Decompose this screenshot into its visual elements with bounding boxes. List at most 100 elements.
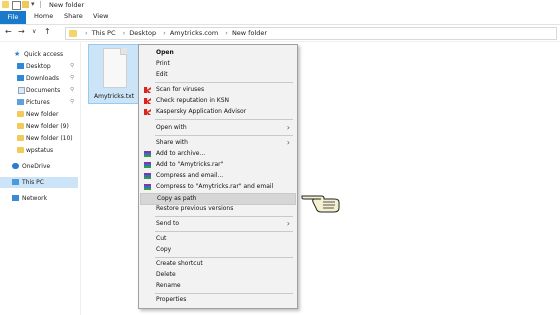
- menu-item-label: Create shortcut: [156, 260, 203, 267]
- nav-item-pictures[interactable]: Pictures ⚲: [0, 97, 78, 108]
- menu-item-print[interactable]: Print: [140, 59, 296, 69]
- pin-icon: ⚲: [69, 87, 74, 93]
- folder-icon: [69, 30, 77, 37]
- pin-icon: ⚲: [69, 75, 74, 81]
- desktop-icon: [17, 63, 24, 69]
- kaspersky-icon: [144, 109, 151, 115]
- menu-separator: [155, 257, 293, 258]
- up-icon[interactable]: ↑: [44, 27, 51, 37]
- winrar-icon: [144, 184, 151, 190]
- nav-item-label: Documents: [26, 87, 61, 94]
- new-folder-icon[interactable]: [22, 1, 29, 8]
- menu-item-scan-viruses[interactable]: Scan for viruses: [140, 85, 296, 95]
- nav-item-new-folder-9[interactable]: New folder (9): [0, 121, 78, 132]
- nav-item-label: Quick access: [24, 51, 64, 58]
- menu-item-open[interactable]: Open: [140, 48, 296, 58]
- kaspersky-icon: [144, 87, 151, 93]
- file-paper: [103, 48, 127, 88]
- submenu-arrow-icon: ›: [286, 123, 290, 132]
- nav-item-label: Network: [22, 195, 48, 202]
- menu-item-label: Copy: [156, 246, 172, 253]
- nav-item-network[interactable]: Network: [0, 193, 78, 204]
- breadcrumb-separator[interactable]: ›: [163, 29, 166, 37]
- menu-item-create-shortcut[interactable]: Create shortcut: [140, 259, 296, 269]
- menu-item-add-rar[interactable]: Add to "Amytricks.rar": [140, 160, 296, 170]
- title-divider: [40, 1, 41, 8]
- winrar-icon: [144, 151, 151, 157]
- customize-quick-access-icon[interactable]: ▾: [31, 0, 35, 8]
- menu-item-properties[interactable]: Properties: [140, 295, 296, 305]
- menu-item-label: Print: [156, 60, 170, 67]
- menu-separator: [155, 231, 293, 232]
- menu-item-label: Restore previous versions: [156, 205, 234, 212]
- forward-icon[interactable]: →: [18, 27, 25, 37]
- menu-item-label: Check reputation in KSN: [156, 97, 230, 104]
- menu-item-add-archive[interactable]: Add to archive...: [140, 149, 296, 159]
- tab-view[interactable]: View: [93, 12, 108, 20]
- nav-item-downloads[interactable]: Downloads ⚲: [0, 73, 78, 84]
- nav-item-new-folder[interactable]: New folder: [0, 109, 78, 120]
- menu-item-restore-versions[interactable]: Restore previous versions: [140, 204, 296, 214]
- nav-item-wpstatus[interactable]: wpstatus: [0, 145, 78, 156]
- pointing-hand-icon: [301, 195, 340, 213]
- nav-item-label: This PC: [22, 179, 44, 186]
- nav-item-label: OneDrive: [22, 163, 51, 170]
- folder-icon: [2, 1, 9, 8]
- kaspersky-icon: [144, 98, 151, 104]
- nav-item-label: Pictures: [26, 99, 50, 106]
- menu-item-cut[interactable]: Cut: [140, 234, 296, 244]
- nav-item-this-pc[interactable]: This PC: [0, 177, 78, 188]
- breadcrumb-separator: ›: [85, 29, 88, 37]
- menu-item-share-with[interactable]: Share with ›: [140, 138, 296, 148]
- menu-item-open-with[interactable]: Open with ›: [140, 123, 296, 133]
- file-name[interactable]: Amytricks.txt: [94, 93, 134, 100]
- menu-item-compress-email[interactable]: Compress and email...: [140, 171, 296, 181]
- folder-icon: [17, 147, 24, 153]
- menu-item-send-to[interactable]: Send to ›: [140, 219, 296, 229]
- tab-share[interactable]: Share: [64, 12, 83, 20]
- nav-item-label: Downloads: [26, 75, 59, 82]
- menu-item-check-reputation[interactable]: Check reputation in KSN: [140, 96, 296, 106]
- breadcrumb-desktop[interactable]: Desktop: [129, 29, 156, 37]
- pictures-icon: [17, 99, 24, 105]
- properties-icon[interactable]: [12, 1, 21, 10]
- nav-item-desktop[interactable]: Desktop ⚲: [0, 61, 78, 72]
- menu-item-label: Add to "Amytricks.rar": [156, 161, 224, 168]
- menu-item-delete[interactable]: Delete: [140, 270, 296, 280]
- address-bar[interactable]: › This PC › Desktop › Amytricks.com › Ne…: [65, 27, 557, 40]
- menu-separator: [155, 293, 293, 294]
- nav-item-new-folder-10[interactable]: New folder (10): [0, 133, 78, 144]
- menu-separator: [155, 82, 293, 83]
- pin-icon: ⚲: [69, 99, 74, 105]
- tab-file[interactable]: File: [0, 11, 26, 24]
- menu-item-edit[interactable]: Edit: [140, 70, 296, 80]
- back-icon[interactable]: ←: [5, 27, 12, 37]
- recent-locations-icon[interactable]: ∨: [32, 27, 36, 37]
- menu-item-rename[interactable]: Rename: [140, 281, 296, 291]
- menu-item-label: Cut: [156, 235, 167, 242]
- menu-item-label: Share with: [156, 139, 188, 146]
- folder-icon: [17, 123, 24, 129]
- menu-item-kaspersky-advisor[interactable]: Kaspersky Application Advisor: [140, 107, 296, 117]
- window-title: New folder: [49, 1, 85, 9]
- nav-item-documents[interactable]: Documents ⚲: [0, 85, 78, 96]
- breadcrumb-this-pc[interactable]: This PC: [92, 29, 116, 37]
- nav-item-quick-access[interactable]: ★ Quick access: [0, 49, 78, 60]
- menu-item-label: Copy as path: [157, 195, 197, 202]
- breadcrumb-amytricks[interactable]: Amytricks.com: [170, 29, 218, 37]
- breadcrumb-separator[interactable]: ›: [123, 29, 126, 37]
- breadcrumb-new-folder[interactable]: New folder: [232, 29, 267, 37]
- breadcrumb-separator[interactable]: ›: [225, 29, 228, 37]
- tab-home[interactable]: Home: [34, 12, 53, 20]
- folder-icon: [17, 111, 24, 117]
- text-file-icon[interactable]: [101, 46, 127, 88]
- menu-item-compress-rar-email[interactable]: Compress to "Amytricks.rar" and email: [140, 182, 296, 192]
- nav-item-onedrive[interactable]: OneDrive: [0, 161, 78, 172]
- menu-item-label: Kaspersky Application Advisor: [156, 108, 247, 115]
- downloads-icon: [17, 75, 24, 81]
- context-menu: Open Print Edit Scan for viruses Check r…: [138, 44, 298, 309]
- pin-icon: ⚲: [69, 63, 74, 69]
- nav-item-label: Desktop: [26, 63, 51, 70]
- documents-icon: [18, 87, 25, 94]
- menu-item-copy[interactable]: Copy: [140, 245, 296, 255]
